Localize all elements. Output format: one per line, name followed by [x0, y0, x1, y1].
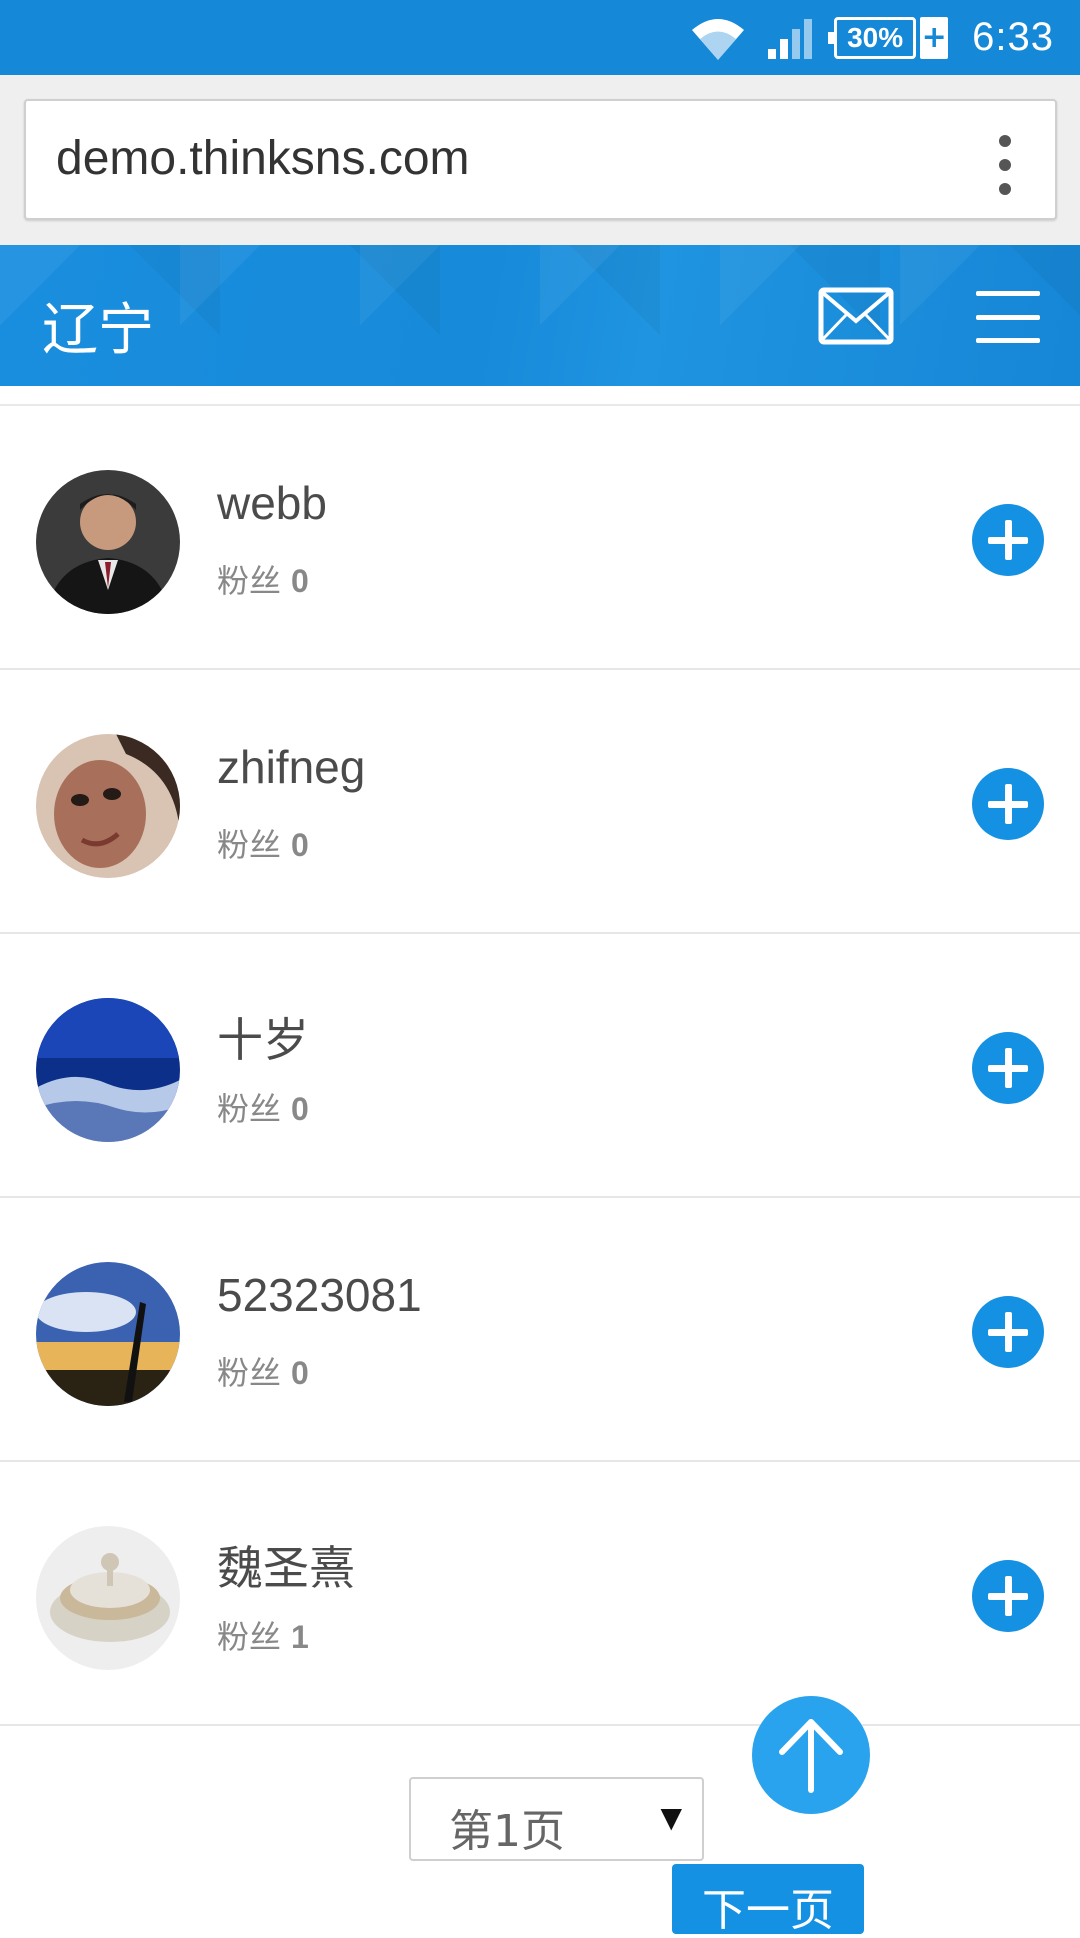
clock: 6:33: [972, 15, 1054, 59]
fans-value: 1: [291, 1619, 309, 1655]
url-text[interactable]: demo.thinksns.com: [56, 131, 470, 186]
avatar[interactable]: [36, 470, 180, 614]
fans-value: 0: [291, 1355, 309, 1391]
list-item[interactable]: webb 粉丝 0: [0, 406, 1080, 670]
battery-level: 30%: [828, 16, 917, 59]
url-bar[interactable]: demo.thinksns.com: [24, 99, 1057, 220]
fans-label: 粉丝: [217, 1090, 282, 1128]
user-list: webb 粉丝 0 zhifneg 粉丝 0 十岁 粉丝 0 52323081 …: [0, 404, 1080, 1726]
list-item[interactable]: 魏圣熹 粉丝 1: [0, 1462, 1080, 1726]
hamburger-menu-icon[interactable]: [976, 291, 1040, 343]
scroll-to-top-button[interactable]: [752, 1696, 870, 1814]
charging-indicator: +: [920, 16, 949, 59]
page-select[interactable]: 第1页 ▼: [409, 1777, 704, 1861]
follow-button[interactable]: [972, 768, 1044, 840]
fans-label: 粉丝: [217, 562, 282, 600]
fans-count: 粉丝 0: [217, 1348, 309, 1394]
browser-toolbar: demo.thinksns.com: [0, 75, 1080, 245]
fans-label: 粉丝: [217, 1354, 282, 1392]
user-name[interactable]: 十岁: [217, 1004, 309, 1070]
fans-label: 粉丝: [217, 826, 282, 864]
fans-count: 粉丝 0: [217, 556, 309, 602]
list-item[interactable]: zhifneg 粉丝 0: [0, 670, 1080, 934]
page-select-value[interactable]: 第1页: [449, 1795, 565, 1859]
status-bar: 30% + 6:33: [0, 0, 1080, 75]
fans-label: 粉丝: [217, 1618, 282, 1656]
avatar[interactable]: [36, 1526, 180, 1670]
arrow-up-icon: [779, 1719, 843, 1793]
fans-count: 粉丝 0: [217, 1084, 309, 1130]
fans-count: 粉丝 0: [217, 820, 309, 866]
fans-value: 0: [291, 1091, 309, 1127]
fans-value: 0: [291, 563, 309, 599]
avatar[interactable]: [36, 1262, 180, 1406]
next-page-button[interactable]: 下一页: [672, 1864, 864, 1936]
user-name[interactable]: zhifneg: [217, 740, 365, 794]
user-name[interactable]: webb: [217, 476, 327, 530]
avatar[interactable]: [36, 998, 180, 1142]
list-item[interactable]: 52323081 粉丝 0: [0, 1198, 1080, 1462]
signal-icon: [766, 15, 816, 61]
wifi-icon: [688, 14, 748, 62]
page-title: 辽宁: [42, 298, 154, 363]
app-header: 辽宁: [0, 245, 1080, 386]
more-options-icon[interactable]: [995, 135, 1015, 195]
follow-button[interactable]: [972, 504, 1044, 576]
fans-value: 0: [291, 827, 309, 863]
avatar[interactable]: [36, 734, 180, 878]
follow-button[interactable]: [972, 1032, 1044, 1104]
mail-icon[interactable]: [818, 287, 894, 345]
user-name[interactable]: 52323081: [217, 1268, 422, 1322]
follow-button[interactable]: [972, 1296, 1044, 1368]
user-name[interactable]: 魏圣熹: [217, 1532, 355, 1598]
chevron-down-icon[interactable]: ▼: [660, 1801, 682, 1834]
follow-button[interactable]: [972, 1560, 1044, 1632]
fans-count: 粉丝 1: [217, 1612, 309, 1658]
battery-icon: 30% +: [828, 16, 949, 59]
list-item[interactable]: 十岁 粉丝 0: [0, 934, 1080, 1198]
